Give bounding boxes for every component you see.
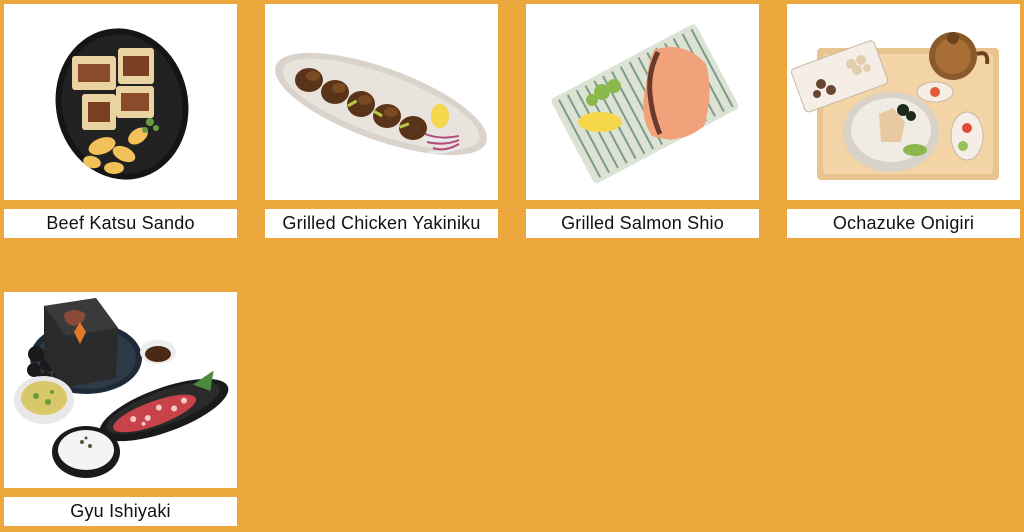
- beef-katsu-sando-photo[interactable]: [4, 4, 237, 200]
- menu-card-ochazuke-onigiri[interactable]: Ochazuke Onigiri: [787, 4, 1020, 238]
- menu-item-name: Grilled Chicken Yakiniku: [265, 209, 498, 238]
- grilled-salmon-shio-photo[interactable]: [526, 4, 759, 200]
- menu-card-grilled-salmon-shio[interactable]: Grilled Salmon Shio: [526, 4, 759, 238]
- menu-card-gyu-ishiyaki[interactable]: Gyu Ishiyaki: [4, 292, 237, 526]
- menu-item-name: Gyu Ishiyaki: [4, 497, 237, 526]
- ochazuke-onigiri-photo[interactable]: [787, 4, 1020, 200]
- gyu-ishiyaki-photo[interactable]: [4, 292, 237, 488]
- menu-item-name: Grilled Salmon Shio: [526, 209, 759, 238]
- grilled-chicken-yakiniku-photo[interactable]: [265, 4, 498, 200]
- menu-card-beef-katsu-sando[interactable]: Beef Katsu Sando: [4, 4, 237, 238]
- menu-item-name: Ochazuke Onigiri: [787, 209, 1020, 238]
- menu-card-grilled-chicken-yakiniku[interactable]: Grilled Chicken Yakiniku: [265, 4, 498, 238]
- menu-item-name: Beef Katsu Sando: [4, 209, 237, 238]
